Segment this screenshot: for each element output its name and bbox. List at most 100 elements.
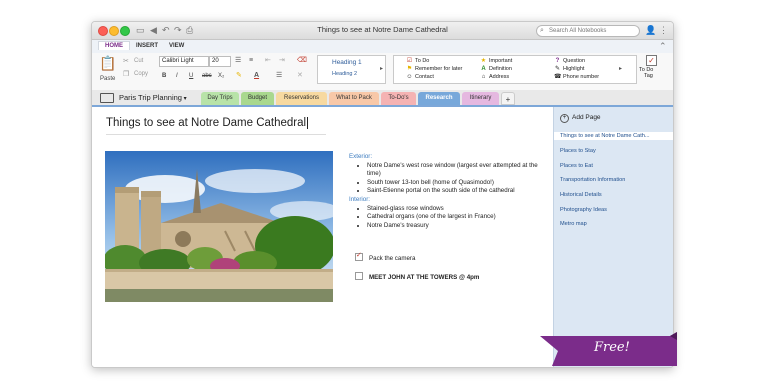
page-item-historical-details[interactable]: Historical Details <box>560 191 602 199</box>
todo-item-camera: Pack the camera <box>355 251 415 263</box>
tag-phone[interactable]: ☎ Phone number <box>554 74 599 81</box>
copy-label: Copy <box>134 71 149 77</box>
notebook-icon <box>100 93 114 104</box>
tab-view[interactable]: VIEW <box>163 42 190 50</box>
add-section-button[interactable]: + <box>501 92 515 105</box>
phone-icon: ☎ <box>554 74 562 80</box>
free-badge-label: Free! <box>594 340 630 355</box>
share-person-icon[interactable]: 👤 <box>645 25 656 36</box>
underline-button[interactable]: U <box>189 72 193 80</box>
todo-item-meet-john: MEET JOHN AT THE TOWERS @ 4pm <box>355 272 480 282</box>
tag-important[interactable]: ★ Important <box>480 58 512 65</box>
section-tab-bar: Paris Trip Planning ▾ Day Trips Budget R… <box>92 90 673 105</box>
tab-home[interactable]: HOME <box>98 41 130 50</box>
tag-question-label: Question <box>563 58 586 64</box>
tag-contact-label: Contact <box>415 74 434 80</box>
plus-circle-icon: + <box>560 114 569 123</box>
page-canvas[interactable]: Things to see at Notre Dame Cathedral Ex… <box>92 107 553 367</box>
search-icon: ⌕ <box>540 27 544 34</box>
page-item-places-to-eat[interactable]: Places to Eat <box>560 162 593 170</box>
todo-checkbox-icon: ✓ <box>646 55 657 66</box>
section-tab-reservations[interactable]: Reservations <box>276 92 327 105</box>
todo-checkbox-checked[interactable] <box>355 251 363 262</box>
notes-container[interactable]: Exterior: Notre Dame's west rose window … <box>349 153 549 230</box>
page-item-photography-ideas[interactable]: Photography Ideas <box>560 206 607 214</box>
font-size-select[interactable]: 20 <box>209 56 231 67</box>
bullets-icon[interactable]: ☰ <box>235 56 241 65</box>
align-icon[interactable]: ☰ <box>276 71 282 80</box>
tag-question[interactable]: ? Question <box>554 58 585 65</box>
style-heading-1[interactable]: Heading 1 <box>332 59 362 66</box>
list-item: Notre Dame's treasury <box>367 222 549 231</box>
section-tab-day-trips[interactable]: Day Trips <box>201 92 239 105</box>
search-field[interactable]: ⌕ Search All Notebooks <box>536 25 640 37</box>
section-tab-what-to-pack[interactable]: What to Pack <box>329 92 379 105</box>
tag-important-label: Important <box>489 58 513 64</box>
flag-icon: ⚑ <box>406 66 413 72</box>
add-page-button[interactable]: + Add Page <box>560 113 601 123</box>
todo-label: MEET JOHN AT THE TOWERS @ 4pm <box>369 274 480 281</box>
tag-definition[interactable]: A Definition <box>480 66 512 73</box>
title-underline <box>106 134 326 135</box>
copy-icon[interactable]: ❐ <box>123 70 129 79</box>
tag-to-do-label: To Do <box>415 58 430 64</box>
tag-phone-label: Phone number <box>563 74 600 80</box>
tag-contact[interactable]: ☺ Contact <box>406 74 434 81</box>
todo-checkbox-unchecked[interactable] <box>355 272 363 281</box>
collapse-ribbon-icon[interactable]: ⌃ <box>659 41 667 52</box>
section-tab-itinerary[interactable]: Itinerary <box>462 92 499 105</box>
checkbox-icon: ☑ <box>406 58 413 64</box>
text-cursor <box>307 117 309 129</box>
highlight-color-icon[interactable]: ✎ <box>236 71 242 80</box>
exterior-list: Notre Dame's west rose window (largest e… <box>349 162 549 196</box>
font-name-value: Calibri Light <box>162 58 194 64</box>
delete-icon[interactable]: ✕ <box>297 71 303 80</box>
star-icon: ★ <box>480 58 487 64</box>
cut-label: Cut <box>134 58 144 64</box>
font-color-icon[interactable]: A <box>254 71 259 80</box>
list-item: Notre Dame's west rose window (largest e… <box>367 162 549 179</box>
cut-icon[interactable]: ✂ <box>123 57 129 66</box>
clear-formatting-icon[interactable]: ⌫ <box>297 56 307 65</box>
section-tab-research[interactable]: Research <box>418 92 460 105</box>
subscript-button[interactable]: X₂ <box>218 72 224 80</box>
tab-insert[interactable]: INSERT <box>130 42 164 50</box>
tags-expand-icon[interactable]: ▸ <box>619 65 622 72</box>
styles-gallery[interactable]: Heading 1 Heading 2 ▸ <box>317 55 386 84</box>
section-tab-todos[interactable]: To-Do's <box>381 92 416 105</box>
page-item-metro-map[interactable]: Metro map <box>560 220 587 228</box>
todo-tag-label-2: Tag <box>644 73 653 79</box>
bold-button[interactable]: B <box>162 72 166 80</box>
question-icon: ? <box>555 58 560 64</box>
numbering-icon[interactable]: ≡ <box>249 56 253 65</box>
page-item-transportation[interactable]: Transportation Information <box>560 176 625 184</box>
list-item: Saint-Etienne portal on the south side o… <box>367 187 549 196</box>
page-title[interactable]: Things to see at Notre Dame Cathedral <box>106 117 309 129</box>
tag-address[interactable]: ⌂ Address <box>480 74 510 81</box>
page-item-places-to-stay[interactable]: Places to Stay <box>560 147 596 155</box>
styles-expand-icon[interactable]: ▸ <box>380 65 383 72</box>
notebook-name: Paris Trip Planning <box>119 93 182 102</box>
to-do-tag-button[interactable]: ✓ To Do Tag <box>637 55 667 85</box>
definition-icon: A <box>481 66 486 72</box>
notebook-picker[interactable]: Paris Trip Planning ▾ <box>100 92 187 105</box>
italic-button[interactable]: I <box>176 72 178 80</box>
tag-highlight[interactable]: ✎ Highlight <box>554 66 584 73</box>
tag-to-do[interactable]: ☑ To Do <box>406 58 430 65</box>
onenote-window: ▭ ◀ ↶ ↷ ⎙ Things to see at Notre Dame Ca… <box>91 21 674 368</box>
tag-remember-label: Remember for later <box>415 66 463 72</box>
decrease-indent-icon[interactable]: ⇤ <box>265 56 271 65</box>
tag-remember[interactable]: ⚑ Remember for later <box>406 66 463 73</box>
interior-list: Stained-glass rose windows Cathedral org… <box>349 205 549 231</box>
notre-dame-photo[interactable] <box>105 151 333 302</box>
strikethrough-button[interactable]: abc <box>202 72 212 80</box>
page-item-notre-dame[interactable]: Things to see at Notre Dame Cath... <box>554 132 673 140</box>
section-tab-budget[interactable]: Budget <box>241 92 274 105</box>
increase-indent-icon[interactable]: ⇥ <box>279 56 285 65</box>
paste-icon[interactable]: 📋 <box>99 55 116 71</box>
more-icon[interactable]: ⋮ <box>659 25 668 36</box>
exterior-heading: Exterior: <box>349 153 373 160</box>
style-heading-2[interactable]: Heading 2 <box>332 71 357 77</box>
house-icon: ⌂ <box>481 74 486 80</box>
font-name-select[interactable]: Calibri Light <box>159 56 209 67</box>
